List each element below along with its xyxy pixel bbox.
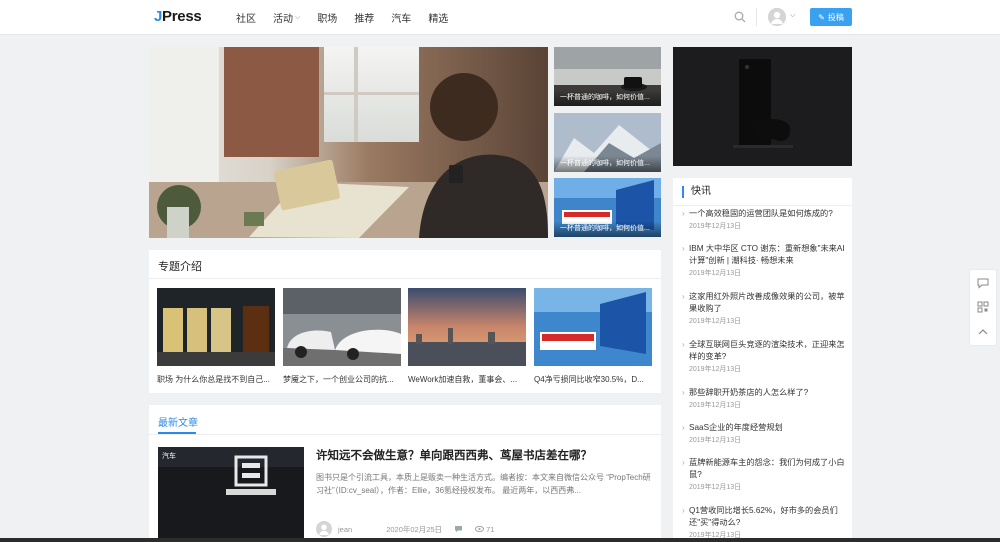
chevron-down-icon: ⌵: [295, 13, 301, 21]
news-date: 2019年12月13日: [689, 484, 742, 491]
topics-section: 专题介绍 职场 为什么你总是找不到自己... 梦魇之下，一个创业公司的抗... …: [149, 250, 661, 393]
comment-icon: [455, 526, 463, 532]
thumb-caption: 一杯普通的咖啡，如何价值...: [554, 156, 661, 172]
news-title[interactable]: 一个高效稳固的运营团队是如何炼成的?: [682, 208, 847, 220]
news-title[interactable]: 蓝牌新能源车主的怨念：我们为何成了小白鼠?: [682, 457, 847, 481]
nav-item-events[interactable]: 活动 ⌵: [273, 10, 301, 26]
news-date: 2019年12月13日: [689, 437, 742, 444]
news-title[interactable]: IBM 大中华区 CTO 谢东：重新想象"未来AI计算"创新 | 潮科技· 畅想…: [682, 243, 847, 267]
nav-item-auto[interactable]: 汽车: [391, 10, 411, 25]
news-item[interactable]: 一个高效稳固的运营团队是如何炼成的? 2019年12月13日: [682, 208, 847, 231]
panel-title: 快讯: [682, 186, 711, 198]
news-item[interactable]: SaaS企业的年度经营规划 2019年12月13日: [682, 422, 847, 445]
topic-card[interactable]: 职场 为什么你总是找不到自己...: [157, 288, 275, 385]
latest-articles-section: 最新文章 汽车 许知远不会做生意？单向跟西西弗、茑屋书店差在哪？ 图书只是个引流…: [149, 405, 661, 542]
news-date: 2019年12月13日: [689, 270, 742, 277]
divider: [673, 205, 852, 206]
news-title[interactable]: 这家用红外照片改善成像效果的公司，被苹果收购了: [682, 291, 847, 315]
section-title: 专题介绍: [158, 261, 202, 273]
thumb-caption: 一杯普通的咖啡，如何价值...: [554, 90, 661, 106]
topic-card[interactable]: 梦魇之下，一个创业公司的抗...: [283, 288, 401, 385]
news-title[interactable]: 那些辞职开奶茶店的人怎么样了?: [682, 387, 847, 399]
news-item[interactable]: 全球互联网巨头竞逐的渲染技术，正迎来怎样的变革? 2019年12月13日: [682, 339, 847, 374]
user-avatar[interactable]: [768, 8, 786, 26]
search-icon[interactable]: [734, 11, 746, 23]
news-title[interactable]: SaaS企业的年度经营规划: [682, 422, 847, 434]
nav-item-community[interactable]: 社区: [236, 10, 256, 25]
news-item[interactable]: IBM 大中华区 CTO 谢东：重新想象"未来AI计算"创新 | 潮科技· 畅想…: [682, 243, 847, 278]
article-excerpt: 图书只是个引流工具，本质上是贩卖一种生活方式。编者按：本文来自微信公众号 “Pr…: [316, 473, 651, 495]
header-divider: [756, 8, 757, 26]
edit-icon: ✎: [818, 12, 825, 22]
nav-item-featured[interactable]: 精选: [428, 10, 448, 25]
news-date: 2019年12月13日: [689, 318, 742, 325]
news-item[interactable]: 这家用红外照片改善成像效果的公司，被苹果收购了 2019年12月13日: [682, 291, 847, 326]
topic-image: [157, 288, 275, 366]
floating-toolbar: [970, 270, 996, 345]
topic-image: [283, 288, 401, 366]
author-avatar[interactable]: [316, 521, 332, 537]
author-name[interactable]: jean: [338, 525, 352, 534]
view-count: 71: [486, 524, 495, 534]
side-thumb-card[interactable]: 一杯普通的咖啡，如何价值...: [554, 47, 661, 106]
back-to-top-icon[interactable]: [976, 325, 990, 339]
news-title[interactable]: 全球互联网巨头竞逐的渲染技术，正迎来怎样的变革?: [682, 339, 847, 363]
article-meta: jean 2020年02月25日 71: [316, 521, 494, 537]
topic-image: [534, 288, 652, 366]
topic-label: WeWork加速自救，董事会、...: [408, 375, 518, 384]
site-logo[interactable]: JPress: [154, 8, 202, 25]
topic-image: [408, 288, 526, 366]
category-tag[interactable]: 汽车: [162, 451, 176, 461]
qrcode-icon[interactable]: [976, 300, 990, 314]
topic-label: 职场 为什么你总是找不到自己...: [157, 375, 270, 384]
side-thumb-card[interactable]: 一杯普通的咖啡，如何价值...: [554, 113, 661, 172]
chevron-down-icon[interactable]: ⌵: [790, 12, 795, 20]
news-item[interactable]: 蓝牌新能源车主的怨念：我们为何成了小白鼠? 2019年12月13日: [682, 457, 847, 492]
bottom-edge: [0, 538, 1000, 542]
topic-card[interactable]: Q4净亏损同比收窄30.5%，D...: [534, 288, 652, 385]
main-nav: 社区 活动 ⌵ 职场 推荐 汽车 精选: [236, 10, 465, 26]
thumb-caption: 一杯普通的咖啡，如何价值...: [554, 221, 661, 237]
side-thumb-card[interactable]: 一杯普通的咖啡，如何价值...: [554, 178, 661, 237]
article-title[interactable]: 许知远不会做生意？单向跟西西弗、茑屋书店差在哪？: [316, 447, 592, 463]
news-item[interactable]: Q1营收同比增长5.62%，好市多的会员们还"买"得动么? 2019年12月13…: [682, 505, 847, 540]
topic-label: 梦魇之下，一个创业公司的抗...: [283, 375, 394, 384]
submit-post-button[interactable]: ✎ 投稿: [810, 8, 852, 26]
divider: [149, 278, 661, 279]
ad-image-console[interactable]: [673, 47, 852, 166]
article-thumbnail[interactable]: 汽车: [158, 447, 304, 539]
eye-icon: [475, 526, 485, 532]
topic-label: Q4净亏损同比收窄30.5%，D...: [534, 375, 644, 384]
news-date: 2019年12月13日: [689, 402, 742, 409]
divider: [149, 434, 661, 435]
hero-banner-image[interactable]: [149, 47, 548, 238]
article-date: 2020年02月25日: [386, 524, 443, 534]
news-date: 2019年12月13日: [689, 223, 742, 230]
chat-icon[interactable]: [976, 276, 990, 290]
news-flash-panel: 快讯 一个高效稳固的运营团队是如何炼成的? 2019年12月13日 IBM 大中…: [673, 178, 852, 542]
topic-card[interactable]: WeWork加速自救，董事会、...: [408, 288, 526, 385]
nav-item-recommended[interactable]: 推荐: [354, 10, 374, 25]
nav-item-workplace[interactable]: 职场: [317, 10, 337, 25]
top-header: JPress 社区 活动 ⌵ 职场 推荐 汽车 精选 ⌵ ✎ 投稿: [0, 0, 1000, 35]
tab-latest-articles[interactable]: 最新文章: [158, 414, 198, 429]
news-title[interactable]: Q1营收同比增长5.62%，好市多的会员们还"买"得动么?: [682, 505, 847, 529]
news-item[interactable]: 那些辞职开奶茶店的人怎么样了? 2019年12月13日: [682, 387, 847, 410]
news-date: 2019年12月13日: [689, 366, 742, 373]
